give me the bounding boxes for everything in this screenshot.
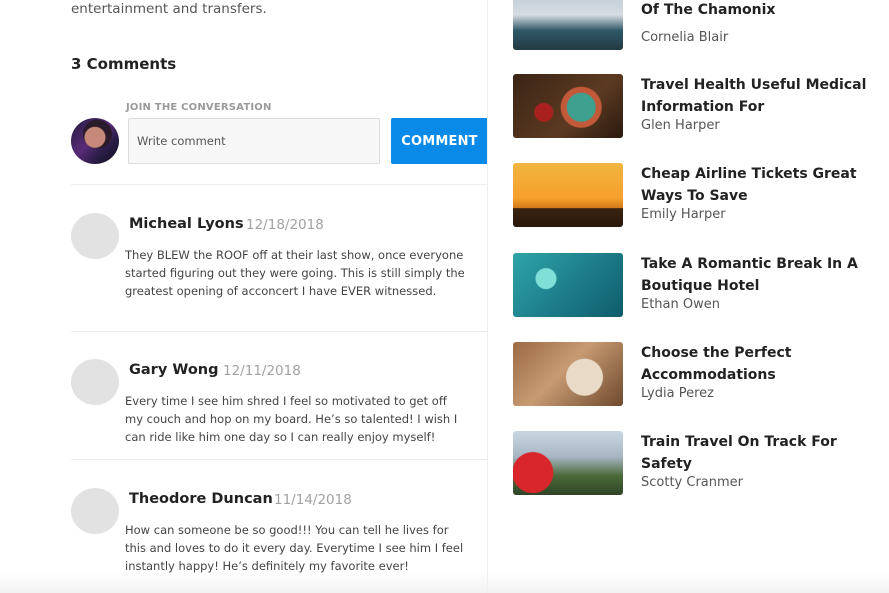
divider xyxy=(71,184,488,185)
comments-column: entertainment and transfers. 3 Comments … xyxy=(0,0,488,593)
comment-date: 11/14/2018 xyxy=(274,492,352,508)
commenter-name[interactable]: Micheal Lyons xyxy=(129,216,244,232)
join-conversation-label: JOIN THE CONVERSATION xyxy=(126,102,272,113)
post-author[interactable]: Scotty Cranmer xyxy=(641,475,743,490)
post-title[interactable]: Choose the Perfect Accommodations xyxy=(641,342,881,386)
commenter-name[interactable]: Gary Wong xyxy=(129,362,218,378)
sunset-balloons-temples-image[interactable] xyxy=(513,163,623,227)
comments-count-heading: 3 Comments xyxy=(71,55,177,73)
divider xyxy=(71,459,488,460)
sidebar-post[interactable]: Travel Health Useful Medical Information… xyxy=(513,74,883,140)
comment-text: How can someone be so good!!! You can te… xyxy=(125,523,464,573)
post-author[interactable]: Glen Harper xyxy=(641,118,720,133)
post-author[interactable]: Cornelia Blair xyxy=(641,30,728,45)
article-text: entertainment and transfers. xyxy=(71,1,267,17)
sidebar-post[interactable]: Train Travel On Track For Safety Scotty … xyxy=(513,431,883,497)
post-title[interactable]: Train Travel On Track For Safety xyxy=(641,431,881,475)
post-title[interactable]: Travel Health Useful Medical Information… xyxy=(641,74,881,118)
sidebar-post[interactable]: Choose the Perfect Accommodations Lydia … xyxy=(513,342,883,408)
sidebar-post[interactable]: Cheap Airline Tickets Great Ways To Save… xyxy=(513,163,883,229)
commenter-avatar xyxy=(71,488,119,534)
sidebar-post[interactable]: Take A Romantic Break In A Boutique Hote… xyxy=(513,253,883,319)
post-author[interactable]: Ethan Owen xyxy=(641,297,720,312)
comment-text: Every time I see him shred I feel so mot… xyxy=(125,394,458,444)
commenter-name[interactable]: Theodore Duncan xyxy=(129,491,273,507)
post-title[interactable]: Les Houches The Hidden Gem Of The Chamon… xyxy=(641,0,881,21)
post-title[interactable]: Cheap Airline Tickets Great Ways To Save xyxy=(641,163,881,207)
commenter-avatar xyxy=(71,213,119,259)
bottom-fade xyxy=(0,571,889,593)
comment-input[interactable] xyxy=(128,118,380,164)
hotel-armchair-image[interactable] xyxy=(513,342,623,406)
divider xyxy=(71,331,488,332)
overwater-villas-aerial-image[interactable] xyxy=(513,253,623,317)
comment-date: 12/18/2018 xyxy=(246,217,324,233)
comment-submit-button[interactable]: COMMENT xyxy=(391,118,488,164)
red-train-viaduct-image[interactable] xyxy=(513,431,623,495)
comment-date: 12/11/2018 xyxy=(223,363,301,379)
commenter-avatar xyxy=(71,359,119,405)
restaurant-mountain-view-image[interactable] xyxy=(513,0,623,50)
post-author[interactable]: Lydia Perez xyxy=(641,386,714,401)
smoothie-bowl-image[interactable] xyxy=(513,74,623,138)
post-title[interactable]: Take A Romantic Break In A Boutique Hote… xyxy=(641,253,881,297)
current-user-avatar xyxy=(71,118,119,164)
related-posts-sidebar: Les Houches The Hidden Gem Of The Chamon… xyxy=(488,0,889,593)
sidebar-post[interactable]: Les Houches The Hidden Gem Of The Chamon… xyxy=(513,0,883,52)
comment-text: They BLEW the ROOF off at their last sho… xyxy=(125,248,465,298)
post-author[interactable]: Emily Harper xyxy=(641,207,726,222)
